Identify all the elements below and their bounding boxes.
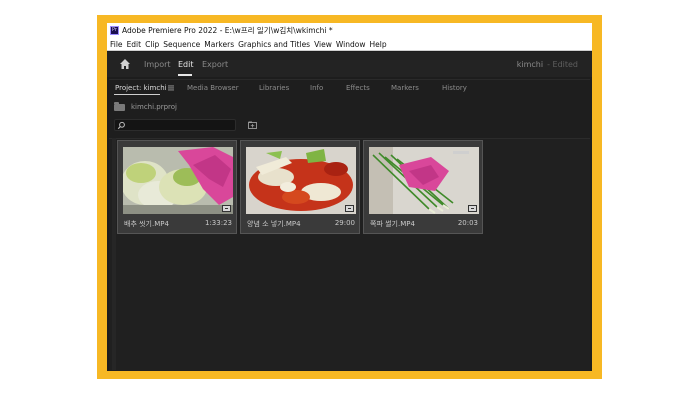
premiere-app-icon: Pr bbox=[110, 26, 119, 35]
project-name: kimchi bbox=[516, 60, 544, 69]
tab-libraries[interactable]: Libraries bbox=[259, 84, 289, 92]
project-file-name: kimchi.prproj bbox=[131, 103, 177, 111]
home-icon[interactable] bbox=[119, 58, 131, 70]
project-status: kimchi - Edited bbox=[517, 60, 578, 69]
clip-duration: 1:33:23 bbox=[205, 219, 232, 227]
tab-export[interactable]: Export bbox=[202, 60, 228, 69]
scallion-cutting-thumbnail bbox=[369, 147, 479, 214]
project-path: kimchi.prproj bbox=[114, 101, 177, 112]
active-panel-tab-indicator bbox=[114, 94, 160, 95]
clip-thumbnail bbox=[369, 147, 479, 214]
tab-import[interactable]: Import bbox=[144, 60, 171, 69]
menu-window[interactable]: Window bbox=[336, 40, 366, 49]
menu-clip[interactable]: Clip bbox=[145, 40, 159, 49]
clip-card[interactable]: 양념 소 넣기.MP4 29:00 bbox=[240, 140, 360, 234]
tab-project[interactable]: Project: kimchi bbox=[115, 84, 167, 92]
clip-name: 쪽파 썰기.MP4 bbox=[370, 220, 415, 228]
tab-effects[interactable]: Effects bbox=[346, 84, 370, 92]
clip-duration: 20:03 bbox=[457, 219, 478, 227]
workspace-nav: Import Edit Export kimchi - Edited bbox=[107, 52, 592, 77]
clip-card[interactable]: 배추 씻기.MP4 1:33:23 bbox=[117, 140, 237, 234]
video-badge-icon bbox=[468, 205, 477, 212]
vertical-scrollbar[interactable] bbox=[112, 138, 116, 370]
menu-graphics-and-titles[interactable]: Graphics and Titles bbox=[238, 40, 310, 49]
menu-edit[interactable]: Edit bbox=[127, 40, 142, 49]
panel-menu-icon[interactable] bbox=[168, 85, 174, 91]
folder-icon bbox=[114, 101, 125, 111]
active-tab-indicator bbox=[178, 74, 192, 76]
new-bin-icon[interactable] bbox=[248, 121, 257, 129]
menu-markers[interactable]: Markers bbox=[204, 40, 234, 49]
tab-markers[interactable]: Markers bbox=[391, 84, 419, 92]
search-icon bbox=[117, 121, 125, 130]
menu-file[interactable]: File bbox=[110, 40, 123, 49]
window-title: Adobe Premiere Pro 2022 - E:\w프리 일기\w김치\… bbox=[122, 26, 333, 35]
seasoning-stuffing-thumbnail bbox=[246, 147, 356, 214]
tab-info[interactable]: Info bbox=[310, 84, 323, 92]
clip-name: 배추 씻기.MP4 bbox=[124, 220, 169, 228]
premiere-window: Pr Adobe Premiere Pro 2022 - E:\w프리 일기\w… bbox=[107, 23, 592, 371]
clip-duration: 29:00 bbox=[334, 219, 355, 227]
project-panel: Project: kimchi Media Browser Libraries … bbox=[109, 79, 590, 371]
menu-sequence[interactable]: Sequence bbox=[163, 40, 200, 49]
cabbage-wash-thumbnail bbox=[123, 147, 233, 214]
tab-edit[interactable]: Edit bbox=[178, 60, 194, 69]
video-badge-icon bbox=[345, 205, 354, 212]
menu-bar: File Edit Clip Sequence Markers Graphics… bbox=[107, 38, 592, 51]
title-bar: Pr Adobe Premiere Pro 2022 - E:\w프리 일기\w… bbox=[107, 23, 592, 38]
panel-tabs: Project: kimchi Media Browser Libraries … bbox=[109, 80, 590, 96]
clip-thumbnail bbox=[123, 147, 233, 214]
clip-grid: 배추 씻기.MP4 1:33:23 양념 소 넣기.MP4 29:00 쪽파 썰… bbox=[109, 138, 590, 371]
edited-status: - Edited bbox=[547, 60, 578, 69]
clip-thumbnail bbox=[246, 147, 356, 214]
menu-help[interactable]: Help bbox=[369, 40, 386, 49]
tab-history[interactable]: History bbox=[442, 84, 467, 92]
clip-name: 양념 소 넣기.MP4 bbox=[247, 220, 301, 228]
menu-view[interactable]: View bbox=[314, 40, 332, 49]
video-badge-icon bbox=[222, 205, 231, 212]
search-input[interactable] bbox=[114, 119, 236, 131]
tab-media-browser[interactable]: Media Browser bbox=[187, 84, 239, 92]
clip-card[interactable]: 쪽파 썰기.MP4 20:03 bbox=[363, 140, 483, 234]
